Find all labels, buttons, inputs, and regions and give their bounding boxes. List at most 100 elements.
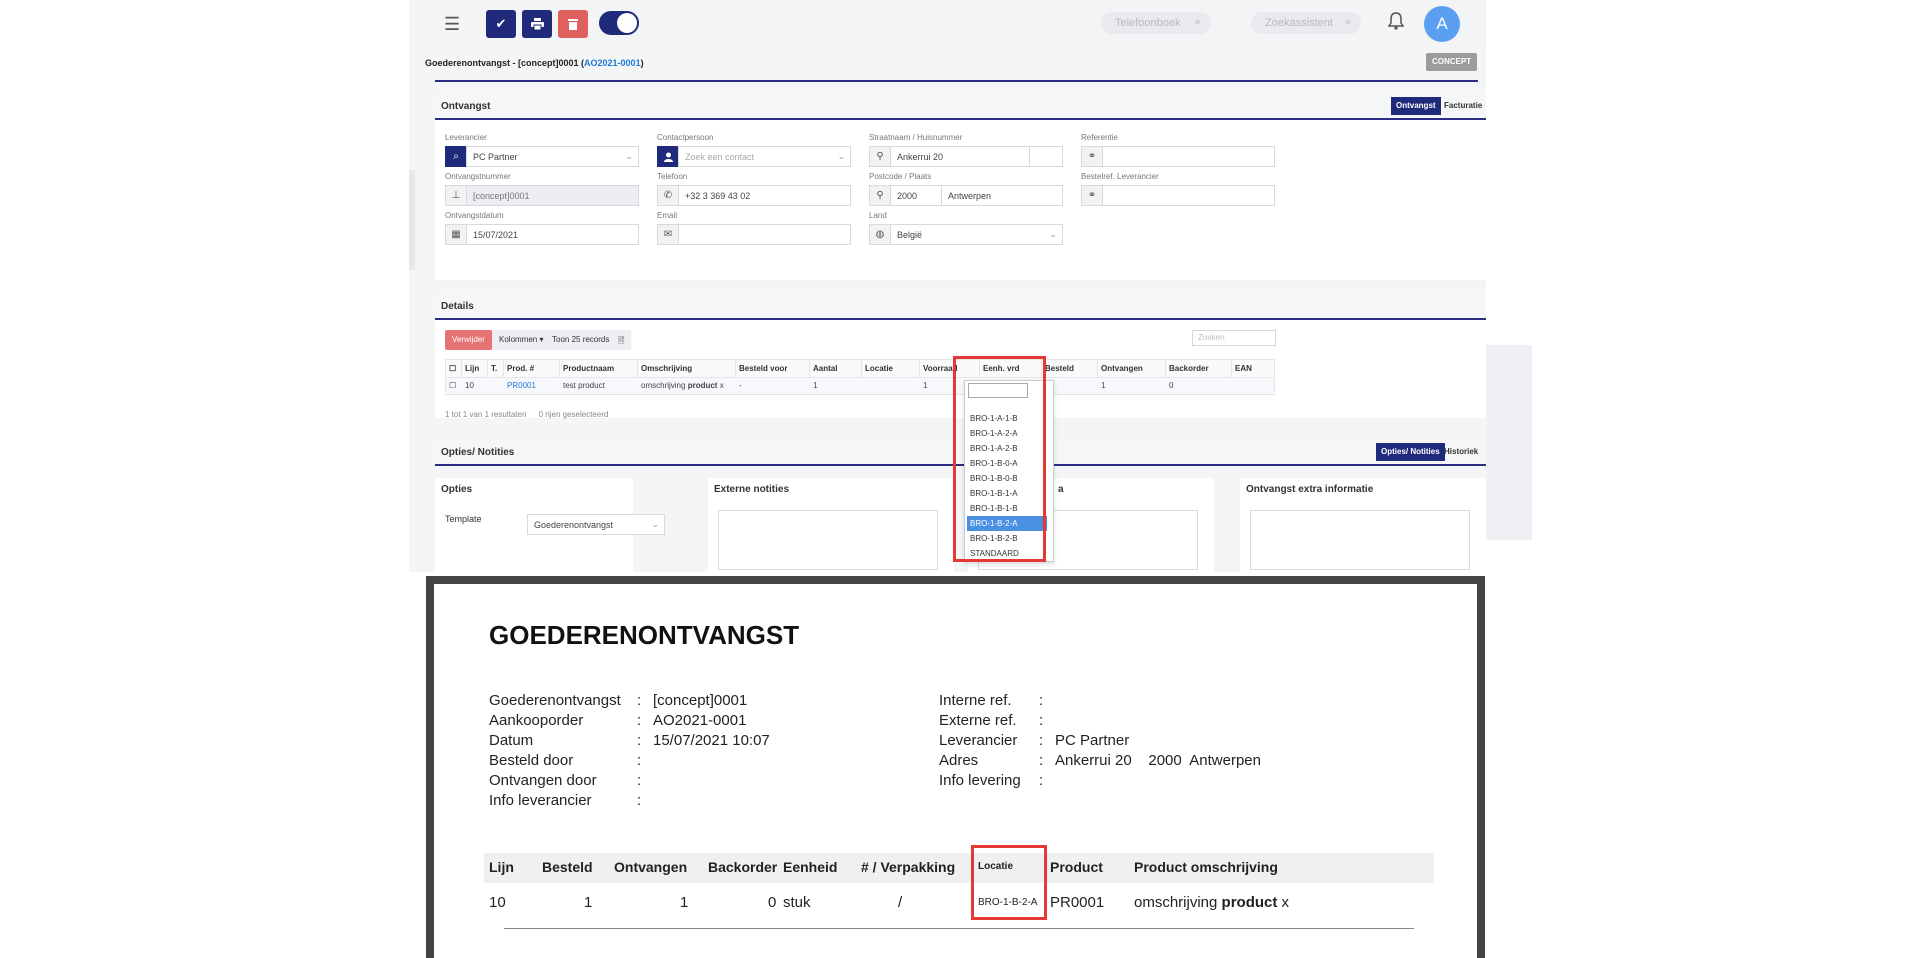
- referentie-label: Referentie: [1081, 133, 1118, 142]
- details-heading: Details: [435, 292, 1486, 320]
- tab-historiek[interactable]: Historiek: [1439, 443, 1483, 461]
- contact-label: Contactpersoon: [657, 133, 714, 142]
- file-icon: 🗎: [618, 336, 625, 345]
- export-button[interactable]: 🗎: [611, 330, 632, 350]
- info-key: Externe ref.: [939, 712, 1017, 729]
- bestelref-input[interactable]: [1102, 185, 1275, 206]
- street-input[interactable]: Ankerrui 20: [890, 146, 1030, 167]
- col-ean[interactable]: EAN: [1232, 360, 1274, 378]
- col-besteld-voor[interactable]: Besteld voor: [736, 360, 810, 378]
- info-key: Interne ref.: [939, 692, 1012, 709]
- tab-opties-notities[interactable]: Opties/ Notities: [1376, 443, 1445, 461]
- tab-ontvangst[interactable]: Ontvangst: [1391, 97, 1441, 115]
- row-checkbox[interactable]: ☐: [446, 378, 462, 394]
- delete-rows-button[interactable]: Verwijder: [445, 330, 492, 350]
- externe-card: Externe notities: [708, 478, 954, 572]
- info-row: Ontvangen door:: [489, 772, 809, 792]
- datum-input[interactable]: 15/07/2021: [466, 224, 639, 245]
- telefoon-label: Telefoon: [657, 172, 688, 181]
- col-ontvangen[interactable]: Ontvangen: [1098, 360, 1166, 378]
- land-select[interactable]: België ⌄: [890, 224, 1063, 245]
- columns-button[interactable]: Kolommen ▾: [492, 330, 551, 350]
- extra-title: Ontvangst extra informatie: [1246, 484, 1374, 495]
- externe-textarea[interactable]: [718, 510, 938, 570]
- leverancier-select[interactable]: PC Partner ⌄: [466, 146, 639, 167]
- order-link[interactable]: AO2021-0001: [584, 58, 641, 68]
- title-prefix: Goederenontvangst - [concept]0001 (: [425, 58, 585, 68]
- avatar[interactable]: A: [1424, 6, 1460, 42]
- doc-table-rule: [504, 928, 1414, 929]
- toggle-switch[interactable]: [599, 11, 639, 35]
- bell-icon[interactable]: [1387, 12, 1405, 35]
- postcode-label: Postcode / Plaats: [869, 172, 932, 181]
- phone-icon: ✆: [657, 185, 679, 206]
- results-text: 1 tot 1 van 1 resultaten: [445, 410, 527, 419]
- info-value: Ankerrui 20 2000 Antwerpen: [1055, 752, 1261, 769]
- search-icon[interactable]: ⌕: [445, 146, 467, 167]
- delete-button[interactable]: [558, 10, 588, 38]
- print-button[interactable]: [522, 10, 552, 38]
- col-omschrijving[interactable]: Omschrijving: [638, 360, 736, 378]
- save-button[interactable]: ✔: [486, 10, 516, 38]
- tab-facturatie[interactable]: Facturatie: [1439, 97, 1486, 115]
- chevron-down-icon: ⌄: [651, 519, 659, 529]
- opties-card: Opties Template Goederenontvangst ⌄: [435, 478, 665, 572]
- datum-label: Ontvangstdatum: [445, 211, 504, 220]
- col-locatie[interactable]: Locatie: [862, 360, 920, 378]
- phonebook-search[interactable]: Telefoonboek ⌕: [1101, 12, 1211, 34]
- email-input[interactable]: [678, 224, 851, 245]
- col-productnaam[interactable]: Productnaam: [560, 360, 638, 378]
- col-backorder[interactable]: Backorder: [1166, 360, 1232, 378]
- info-colon: :: [637, 732, 642, 749]
- assistant-search[interactable]: Zoekassistent ⌕: [1251, 12, 1361, 34]
- search-icon: ⌕: [1344, 16, 1351, 28]
- col-t[interactable]: T.: [488, 360, 504, 378]
- cell-prod-link[interactable]: PR0001: [504, 378, 560, 394]
- info-key: Info leverancier: [489, 792, 592, 809]
- menu-icon[interactable]: ☰: [444, 14, 460, 35]
- info-colon: :: [637, 692, 642, 709]
- info-value: [concept]0001: [653, 692, 748, 709]
- toggle-knob: [617, 13, 637, 33]
- col-lijn[interactable]: Lijn: [462, 360, 488, 378]
- extra-textarea[interactable]: [1250, 510, 1470, 570]
- col-besteld[interactable]: Besteld: [1042, 360, 1098, 378]
- template-value: Goederenontvangst: [534, 520, 614, 530]
- options-heading-text: Opties/ Notities: [441, 447, 515, 458]
- page-title: Goederenontvangst - [concept]0001 (AO202…: [425, 58, 644, 68]
- telefoon-input[interactable]: +32 3 369 43 02: [678, 185, 851, 206]
- chevron-down-icon: ⌄: [625, 151, 633, 161]
- select-all-checkbox[interactable]: ☐: [446, 360, 462, 378]
- doc-col-lijn: Lijn: [489, 859, 514, 875]
- contact-select[interactable]: Zoek een contact ⌄: [678, 146, 851, 167]
- printed-document: GOEDERENONTVANGST Goederenontvangst: [con…: [426, 576, 1485, 958]
- table-header: ☐ Lijn T. Prod. # Productnaam Omschrijvi…: [446, 360, 1274, 378]
- table-row[interactable]: ☐ 10 PR0001 test product omschrijving pr…: [446, 378, 1274, 394]
- land-value: België: [897, 230, 923, 240]
- info-key: Besteld door: [489, 752, 574, 769]
- info-colon: :: [637, 752, 642, 769]
- doc-cell-omschrijving: omschrijving product x: [1134, 894, 1289, 911]
- map-pin-icon: ⚲: [869, 185, 891, 206]
- backdrop-slab: [1486, 345, 1532, 540]
- table-search-input[interactable]: Zoeken: [1192, 330, 1276, 346]
- omschrijving-pre: omschrijving: [641, 381, 688, 390]
- template-select[interactable]: Goederenontvangst ⌄: [527, 514, 665, 535]
- calendar-icon[interactable]: ▦: [445, 224, 467, 245]
- cell-backorder: 0: [1169, 381, 1174, 390]
- plaats-input[interactable]: Antwerpen: [941, 185, 1063, 206]
- leverancier-label: Leverancier: [445, 133, 487, 142]
- info-value: 15/07/2021 10:07: [653, 732, 770, 749]
- postcode-input[interactable]: 2000: [890, 185, 942, 206]
- col-prod[interactable]: Prod. #: [504, 360, 560, 378]
- doc-cell-lijn: 10: [489, 894, 506, 911]
- info-key: Goederenontvangst: [489, 692, 621, 709]
- doc-table-header: Lijn Besteld Ontvangen Backorder Eenheid…: [484, 853, 1434, 883]
- referentie-input[interactable]: [1102, 146, 1275, 167]
- doc-omschrijving-pre: omschrijving: [1134, 894, 1222, 911]
- info-row: Goederenontvangst: [concept]0001: [489, 692, 809, 712]
- col-aantal[interactable]: Aantal: [810, 360, 862, 378]
- doc-cell-eenheid: stuk: [783, 894, 811, 911]
- print-icon: [530, 18, 544, 30]
- housenumber-input[interactable]: [1029, 146, 1063, 167]
